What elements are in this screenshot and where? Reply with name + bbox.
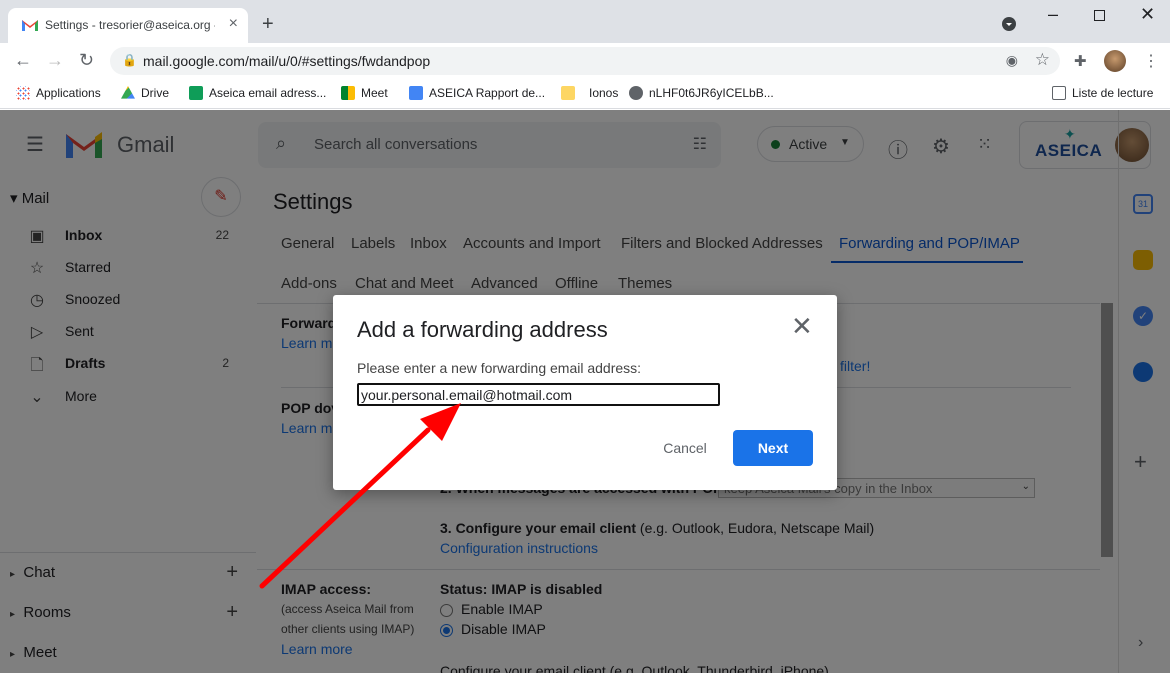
url-text[interactable]: mail.google.com/mail/u/0/#settings/fwdan… bbox=[143, 53, 430, 69]
bookmark-meet[interactable]: Meet bbox=[341, 86, 388, 100]
bookmark-aseica-email[interactable]: Aseica email adress... bbox=[189, 86, 326, 100]
close-window-icon[interactable]: ✕ bbox=[1140, 4, 1155, 25]
close-tab-icon[interactable]: × bbox=[229, 15, 238, 33]
bookmark-ionos[interactable]: Ionos bbox=[561, 86, 618, 100]
browser-menu-icon[interactable]: ⋮ bbox=[1143, 51, 1159, 71]
folder-icon bbox=[561, 86, 575, 100]
lock-icon[interactable]: 🔒 bbox=[122, 53, 137, 67]
new-tab-icon[interactable]: + bbox=[262, 13, 274, 36]
bookmark-aseica-rapport[interactable]: ASEICA Rapport de... bbox=[409, 86, 545, 100]
dialog-title: Add a forwarding address bbox=[357, 317, 608, 342]
reload-icon[interactable]: ↻ bbox=[79, 50, 94, 71]
globe-icon bbox=[629, 86, 643, 100]
sheets-icon bbox=[189, 86, 203, 100]
bookmark-star-icon[interactable]: ☆ bbox=[1035, 50, 1050, 70]
bookmarks-bar: Applications Drive Aseica email adress..… bbox=[0, 79, 1170, 109]
dialog-prompt: Please enter a new forwarding email addr… bbox=[357, 360, 642, 376]
add-forwarding-dialog: Add a forwarding address ✕ Please enter … bbox=[333, 295, 837, 490]
forward-icon[interactable]: → bbox=[46, 50, 64, 71]
cancel-button[interactable]: Cancel bbox=[643, 430, 727, 466]
address-bar[interactable]: 🔒 mail.google.com/mail/u/0/#settings/fwd… bbox=[110, 47, 1060, 75]
gmail-favicon-icon bbox=[22, 20, 38, 31]
extensions-icon[interactable]: ✚ bbox=[1074, 52, 1087, 70]
profile-dropdown-icon[interactable] bbox=[1002, 17, 1016, 34]
drive-icon bbox=[121, 86, 135, 99]
reading-list-icon bbox=[1052, 86, 1066, 100]
tab-strip: Settings - tresorier@aseica.org - × + – … bbox=[0, 0, 1170, 43]
forwarding-email-field[interactable] bbox=[357, 383, 720, 406]
maximize-icon[interactable] bbox=[1094, 8, 1105, 24]
back-icon[interactable]: ← bbox=[14, 50, 32, 71]
reading-list[interactable]: Liste de lecture bbox=[1052, 86, 1153, 100]
tracking-icon[interactable]: ◉ bbox=[1006, 52, 1018, 69]
bookmark-drive[interactable]: Drive bbox=[121, 86, 169, 100]
tab-title: Settings - tresorier@aseica.org - bbox=[45, 18, 215, 32]
apps-grid-icon bbox=[16, 86, 30, 100]
close-icon[interactable]: ✕ bbox=[791, 313, 813, 339]
minimize-icon[interactable]: – bbox=[1048, 4, 1058, 25]
meet-icon bbox=[341, 86, 355, 100]
next-button[interactable]: Next bbox=[733, 430, 813, 466]
browser-tab[interactable]: Settings - tresorier@aseica.org - × bbox=[8, 8, 248, 43]
docs-icon bbox=[409, 86, 423, 100]
bookmark-applications[interactable]: Applications bbox=[16, 86, 101, 100]
bookmark-link[interactable]: nLHF0t6JR6yICELbB... bbox=[629, 86, 774, 100]
profile-avatar[interactable] bbox=[1104, 50, 1126, 72]
